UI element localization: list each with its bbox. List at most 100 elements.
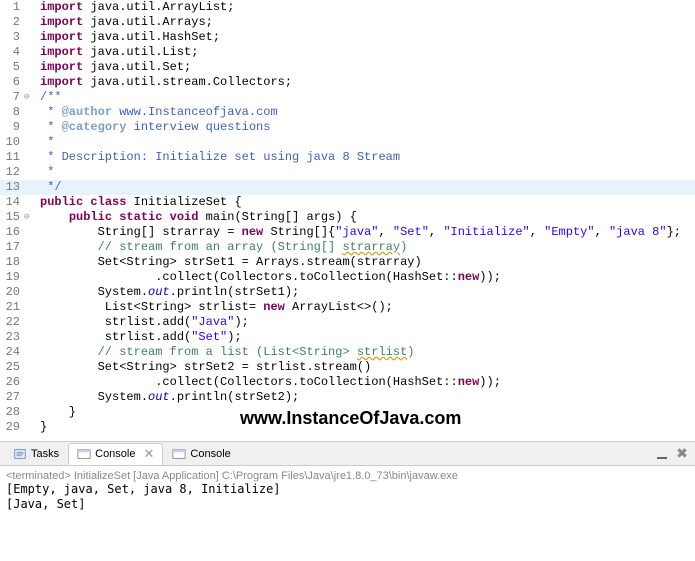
fold-marker <box>24 105 36 120</box>
panel-tabs: Tasks Console ✕ Console ✖ <box>0 442 695 466</box>
line-number: 22 <box>0 315 24 330</box>
code-text: String[] strarray = new String[]{"java",… <box>36 225 681 240</box>
line-number: 8 <box>0 105 24 120</box>
fold-marker <box>24 315 36 330</box>
code-line[interactable]: 8 * @author www.Instanceofjava.com <box>0 105 695 120</box>
fold-marker <box>24 405 36 420</box>
code-text: /** <box>36 90 62 105</box>
fold-marker <box>24 240 36 255</box>
line-number: 12 <box>0 165 24 180</box>
terminated-line: <terminated> InitializeSet [Java Applica… <box>6 470 689 482</box>
fold-marker <box>24 285 36 300</box>
code-line[interactable]: 12 * <box>0 165 695 180</box>
fold-marker <box>24 165 36 180</box>
fold-marker <box>24 150 36 165</box>
code-text: * Description: Initialize set using java… <box>36 150 400 165</box>
fold-marker <box>24 15 36 30</box>
close-icon[interactable]: ✕ <box>143 446 154 462</box>
tab-console-active[interactable]: Console ✕ <box>68 443 163 465</box>
fold-marker <box>24 255 36 270</box>
code-text: Set<String> strSet2 = strlist.stream() <box>36 360 371 375</box>
code-line[interactable]: 22 strlist.add("Java"); <box>0 315 695 330</box>
bottom-panel: Tasks Console ✕ Console ✖ <terminated> I… <box>0 441 695 516</box>
code-line[interactable]: 20 System.out.println(strSet1); <box>0 285 695 300</box>
line-number: 11 <box>0 150 24 165</box>
fold-marker <box>24 270 36 285</box>
line-number: 24 <box>0 345 24 360</box>
output-line: [Empty, java, Set, java 8, Initialize] <box>6 482 689 497</box>
fold-marker <box>24 330 36 345</box>
code-line[interactable]: 11 * Description: Initialize set using j… <box>0 150 695 165</box>
fold-marker <box>24 390 36 405</box>
fold-marker <box>24 30 36 45</box>
line-number: 17 <box>0 240 24 255</box>
code-text: // stream from a list (List<String> strl… <box>36 345 414 360</box>
console-icon <box>77 447 91 461</box>
code-line[interactable]: 7⊖/** <box>0 90 695 105</box>
line-number: 23 <box>0 330 24 345</box>
fold-marker <box>24 345 36 360</box>
fold-marker[interactable]: ⊖ <box>24 90 36 105</box>
fold-marker <box>24 0 36 15</box>
code-text: import java.util.HashSet; <box>36 30 220 45</box>
code-line[interactable]: 13 */ <box>0 180 695 195</box>
code-line[interactable]: 29} <box>0 420 695 435</box>
code-line[interactable]: 9 * @category interview questions <box>0 120 695 135</box>
code-text: import java.util.Arrays; <box>36 15 213 30</box>
code-line[interactable]: 4 import java.util.List; <box>0 45 695 60</box>
close-icon: ✖ <box>676 445 688 462</box>
code-line[interactable]: 24 // stream from a list (List<String> s… <box>0 345 695 360</box>
code-line[interactable]: 19 .collect(Collectors.toCollection(Hash… <box>0 270 695 285</box>
line-number: 20 <box>0 285 24 300</box>
code-text: import java.util.List; <box>36 45 198 60</box>
line-number: 4 <box>0 45 24 60</box>
tab-console-inactive[interactable]: Console <box>163 444 239 464</box>
code-line[interactable]: 21 List<String> strlist= new ArrayList<>… <box>0 300 695 315</box>
tab-tasks[interactable]: Tasks <box>4 444 68 464</box>
code-line[interactable]: 6 import java.util.stream.Collectors; <box>0 75 695 90</box>
code-text: .collect(Collectors.toCollection(HashSet… <box>36 270 501 285</box>
line-number: 6 <box>0 75 24 90</box>
code-text: strlist.add("Java"); <box>36 315 249 330</box>
code-line[interactable]: 23 strlist.add("Set"); <box>0 330 695 345</box>
line-number: 29 <box>0 420 24 435</box>
line-number: 25 <box>0 360 24 375</box>
code-text: */ <box>36 180 62 195</box>
code-line[interactable]: 15⊖ public static void main(String[] arg… <box>0 210 695 225</box>
line-number: 1 <box>0 0 24 15</box>
fold-marker[interactable]: ⊖ <box>24 210 36 225</box>
close-panel-button[interactable]: ✖ <box>673 445 691 463</box>
console-output[interactable]: <terminated> InitializeSet [Java Applica… <box>0 466 695 516</box>
code-line[interactable]: 16 String[] strarray = new String[]{"jav… <box>0 225 695 240</box>
fold-marker <box>24 375 36 390</box>
code-line[interactable]: 14public class InitializeSet { <box>0 195 695 210</box>
code-line[interactable]: 17 // stream from an array (String[] str… <box>0 240 695 255</box>
code-text: import java.util.stream.Collectors; <box>36 75 292 90</box>
line-number: 2 <box>0 15 24 30</box>
code-line[interactable]: 2 import java.util.Arrays; <box>0 15 695 30</box>
line-number: 9 <box>0 120 24 135</box>
fold-marker <box>24 120 36 135</box>
code-text: * @category interview questions <box>36 120 270 135</box>
code-line[interactable]: 18 Set<String> strSet1 = Arrays.stream(s… <box>0 255 695 270</box>
code-line[interactable]: 3import java.util.HashSet; <box>0 30 695 45</box>
code-line[interactable]: 26 .collect(Collectors.toCollection(Hash… <box>0 375 695 390</box>
fold-marker <box>24 135 36 150</box>
console-icon <box>172 447 186 461</box>
fold-marker <box>24 75 36 90</box>
code-text: * <box>36 135 54 150</box>
line-number: 10 <box>0 135 24 150</box>
line-number: 26 <box>0 375 24 390</box>
code-text: List<String> strlist= new ArrayList<>(); <box>36 300 393 315</box>
code-line[interactable]: 25 Set<String> strSet2 = strlist.stream(… <box>0 360 695 375</box>
code-line[interactable]: 28 } <box>0 405 695 420</box>
minimize-button[interactable] <box>653 445 671 463</box>
output-line: [Java, Set] <box>6 497 689 512</box>
code-line[interactable]: 5import java.util.Set; <box>0 60 695 75</box>
code-line[interactable]: 27 System.out.println(strSet2); <box>0 390 695 405</box>
tab-label: Tasks <box>31 448 59 460</box>
code-line[interactable]: 1import java.util.ArrayList; <box>0 0 695 15</box>
line-number: 18 <box>0 255 24 270</box>
code-line[interactable]: 10 * <box>0 135 695 150</box>
code-editor[interactable]: 1import java.util.ArrayList;2 import java… <box>0 0 695 441</box>
